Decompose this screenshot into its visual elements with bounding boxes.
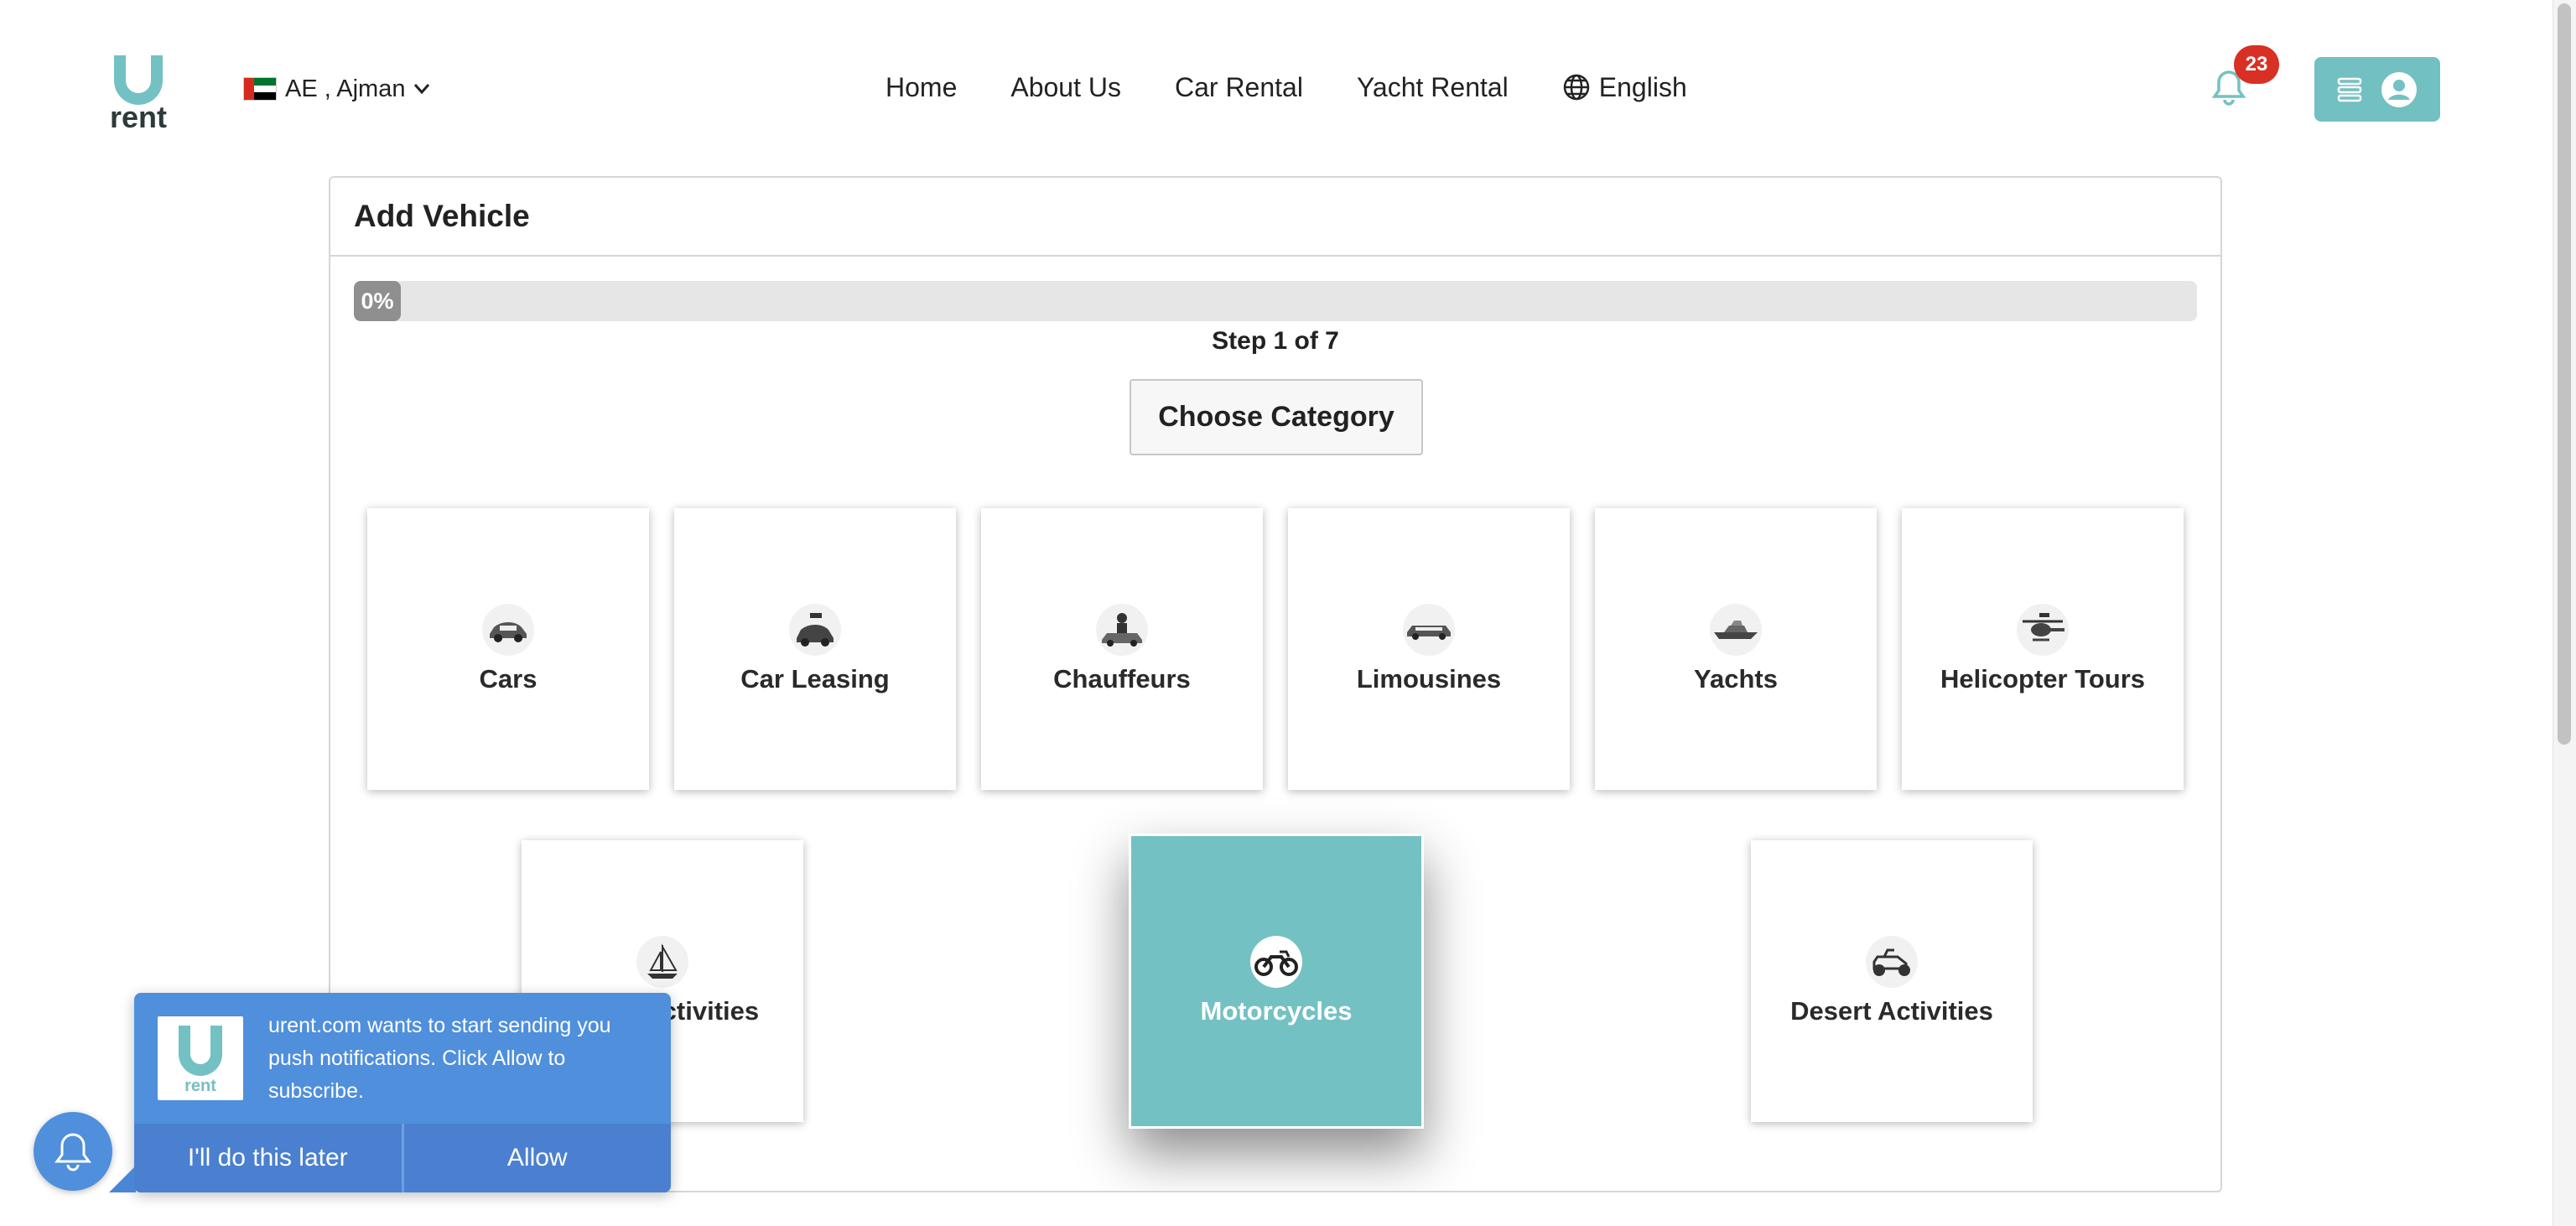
category-desert-activities[interactable]: Desert Activities — [1751, 840, 2033, 1122]
category-label: Helicopter Tours — [1940, 664, 2146, 694]
menu-list-icon — [2337, 77, 2362, 101]
globe-icon — [1563, 74, 1590, 101]
category-label: Car Leasing — [740, 664, 890, 694]
location-label: AE , Ajman — [285, 75, 406, 102]
language-selector[interactable]: English — [1562, 72, 1687, 103]
svg-text:rent: rent — [184, 1077, 216, 1094]
language-label: English — [1598, 71, 1687, 102]
page-scrollbar-thumb[interactable] — [2558, 3, 2571, 745]
category-cars[interactable]: Cars — [367, 508, 649, 790]
category-label: Motorcycles — [1200, 996, 1353, 1026]
step-indicator: Step 1 of 7 — [1212, 327, 1339, 355]
push-actions: I'll do this later Allow — [134, 1124, 671, 1192]
progress-bar: 0% — [354, 281, 2197, 321]
helicopter-icon — [2017, 604, 2069, 656]
category-helicopter-tours[interactable]: Helicopter Tours — [1902, 508, 2184, 790]
category-limousines[interactable]: Limousines — [1288, 508, 1570, 790]
uae-flag-icon — [243, 77, 277, 101]
category-label: Cars — [479, 664, 538, 694]
user-avatar-icon — [2381, 71, 2417, 107]
category-label: Limousines — [1356, 664, 1502, 694]
limousine-icon — [1403, 604, 1455, 656]
nav-car-rental[interactable]: Car Rental — [1175, 72, 1303, 103]
category-label: Yachts — [1694, 664, 1778, 694]
push-subscribe-bell-icon[interactable] — [34, 1112, 112, 1191]
car-key-icon — [789, 604, 841, 656]
category-car-leasing[interactable]: Car Leasing — [674, 508, 956, 790]
notification-count-badge: 23 — [2234, 45, 2279, 84]
urent-logo[interactable]: rent — [99, 50, 178, 134]
category-yachts[interactable]: Yachts — [1595, 508, 1877, 790]
nav-yacht-rental[interactable]: Yacht Rental — [1357, 72, 1509, 103]
category-label: Chauffeurs — [1053, 664, 1191, 694]
choose-category-button[interactable]: Choose Category — [1130, 379, 1423, 455]
nav-home[interactable]: Home — [886, 72, 957, 103]
dune-buggy-icon — [1866, 936, 1918, 988]
car-icon — [482, 604, 534, 656]
push-allow-button[interactable]: Allow — [404, 1124, 672, 1192]
nav-about-us[interactable]: About Us — [1010, 72, 1121, 103]
chevron-down-icon — [414, 84, 430, 95]
card-title: Add Vehicle — [330, 178, 2220, 257]
motorcycle-icon — [1250, 936, 1302, 988]
category-label: Desert Activities — [1790, 996, 1993, 1026]
push-later-button[interactable]: I'll do this later — [134, 1124, 404, 1192]
category-motorcycles[interactable]: Motorcycles — [1129, 834, 1424, 1129]
svg-text:rent: rent — [110, 100, 167, 131]
push-message: urent.com wants to start sending you pus… — [268, 1014, 611, 1103]
progress-fill: 0% — [354, 281, 401, 321]
main-nav: Home About Us Car Rental Yacht Rental En… — [886, 67, 1687, 107]
sailboat-icon — [636, 936, 688, 988]
yacht-icon — [1710, 604, 1762, 656]
chauffeur-icon — [1096, 604, 1148, 656]
push-notification-prompt: rent urent.com wants to start sending yo… — [109, 993, 671, 1192]
location-selector[interactable]: AE , Ajman — [243, 72, 430, 106]
user-menu-button[interactable] — [2314, 57, 2440, 122]
category-chauffeurs[interactable]: Chauffeurs — [981, 508, 1263, 790]
urent-logo-icon: rent — [158, 1016, 243, 1100]
